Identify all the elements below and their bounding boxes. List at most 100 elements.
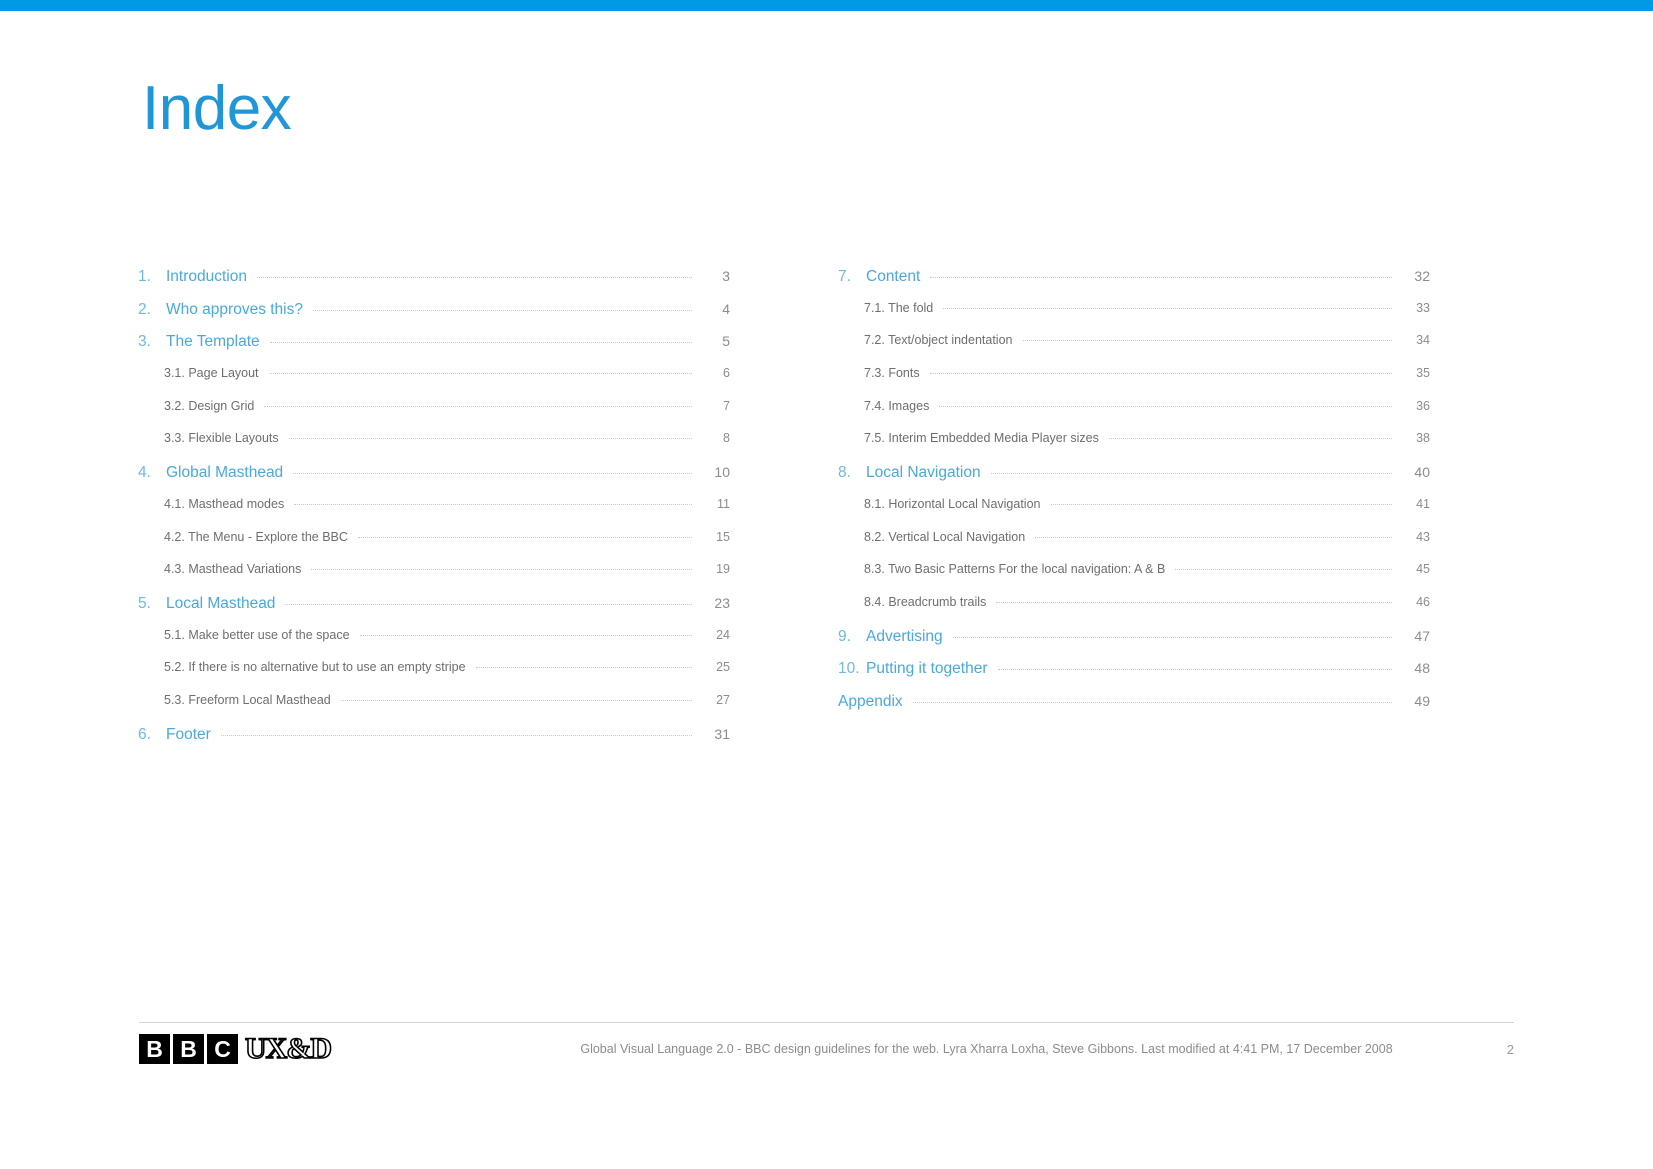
toc-entry-label[interactable]: 5.1. Make better use of the space <box>164 628 356 642</box>
bbc-letter-c: C <box>207 1034 238 1064</box>
toc-entry[interactable]: 2. Who approves this? 4 <box>138 301 730 334</box>
toc-entry-number: 3. <box>138 333 151 351</box>
toc-entry-number: 8. <box>838 464 851 482</box>
toc-entry-label[interactable]: 3.2. Design Grid <box>164 399 260 413</box>
toc-entry-page-number: 34 <box>1416 333 1430 348</box>
toc-entry-label[interactable]: Footer <box>166 726 217 744</box>
toc-entry[interactable]: 7.4.7.4. Images36 <box>838 399 1430 432</box>
toc-entry-page-number: 15 <box>716 529 730 544</box>
toc-entry[interactable]: Appendix 49 <box>838 693 1430 726</box>
footer-divider <box>139 1022 1514 1023</box>
toc-entry-label[interactable]: Introduction <box>166 268 253 286</box>
toc-entry-label[interactable]: Content <box>866 268 926 286</box>
toc-entry-label[interactable]: Who approves this? <box>166 301 309 319</box>
toc-leader-dots <box>1108 438 1392 440</box>
toc-entry-page-number: 47 <box>1414 627 1430 644</box>
toc-entry-label[interactable]: 4.2. The Menu - Explore the BBC <box>164 530 354 544</box>
toc-entry-label[interactable]: Global Masthead <box>166 464 289 482</box>
toc-leader-dots <box>264 405 692 407</box>
toc-entry-label[interactable]: 3.1. Page Layout <box>164 366 265 380</box>
footer-page-number: 2 <box>1506 1042 1514 1057</box>
toc-entry-number: 1. <box>138 268 151 285</box>
toc-entry-label[interactable]: 7.3. Fonts <box>864 366 926 380</box>
toc-entry-number: 5. <box>138 594 151 612</box>
toc-entry[interactable]: 10. Putting it together 48 <box>838 660 1430 693</box>
toc-entry-label[interactable]: 8.1. Horizontal Local Navigation <box>864 497 1047 511</box>
toc-entry-label[interactable]: Local Navigation <box>866 464 987 482</box>
toc-entry-number: 2. <box>138 300 151 318</box>
toc-entry-label[interactable]: Advertising <box>866 628 949 646</box>
toc-leader-dots <box>357 536 692 538</box>
toc-entry[interactable]: 5.1.5.1. Make better use of the space24 <box>138 628 730 661</box>
toc-entry-label[interactable]: 3.3. Flexible Layouts <box>164 431 285 445</box>
toc-entry[interactable]: 7.1.7.1. The fold33 <box>838 301 1430 334</box>
toc-entry-label[interactable]: 8.3. Two Basic Patterns For the local na… <box>864 562 1171 576</box>
toc-leader-dots <box>288 438 692 440</box>
toc-entry-label[interactable]: 5.2. If there is no alternative but to u… <box>164 660 472 674</box>
toc-entry-page-number: 25 <box>716 660 730 675</box>
toc-leader-dots <box>943 307 1392 309</box>
toc-entry-label[interactable]: 8.2. Vertical Local Navigation <box>864 530 1031 544</box>
toc-entry-page-number: 24 <box>716 627 730 642</box>
toc-leader-dots <box>285 603 692 605</box>
toc-leader-dots <box>1175 569 1392 571</box>
toc-entry-label[interactable]: 8.4. Breadcrumb trails <box>864 595 992 609</box>
toc-entry-page-number: 48 <box>1414 660 1430 677</box>
toc-entry-page-number: 27 <box>716 692 730 707</box>
document-page: Index 1. Introduction 3 2. Who approves this… <box>0 0 1653 1169</box>
toc-leader-dots <box>996 601 1392 603</box>
toc-entry-label[interactable]: 4.1. Masthead modes <box>164 497 290 511</box>
toc-entry-label[interactable]: 7.2. Text/object indentation <box>864 333 1019 347</box>
toc-entry-label[interactable]: The Template <box>166 333 266 351</box>
toc-entry-label[interactable]: 7.5. Interim Embedded Media Player sizes <box>864 431 1105 445</box>
toc-entry[interactable]: 5.3.5.3. Freeform Local Masthead27 <box>138 693 730 726</box>
toc-entry[interactable]: 7.5.7.5. Interim Embedded Media Player s… <box>838 431 1430 464</box>
toc-entry-label[interactable]: 7.1. The fold <box>864 301 939 315</box>
toc-entry[interactable]: 4.1.4.1. Masthead modes11 <box>138 497 730 530</box>
toc-leader-dots <box>268 373 692 375</box>
toc-entry[interactable]: 3.2.3.2. Design Grid7 <box>138 399 730 432</box>
toc-entry[interactable]: 3.3.3.3. Flexible Layouts8 <box>138 431 730 464</box>
toc-entry[interactable]: 8. Local Navigation 40 <box>838 464 1430 497</box>
toc-entry-label[interactable]: Local Masthead <box>166 595 281 613</box>
toc-entry-label[interactable]: 5.3. Freeform Local Masthead <box>164 693 337 707</box>
toc-entry-page-number: 19 <box>716 562 730 577</box>
toc-leader-dots <box>939 405 1392 407</box>
toc-leader-dots <box>313 309 692 311</box>
toc-entry-page-number: 10 <box>714 464 730 481</box>
footer-credit-line: Global Visual Language 2.0 - BBC design … <box>580 1042 1393 1056</box>
toc-entry[interactable]: 7.3.7.3. Fonts35 <box>838 366 1430 399</box>
toc-leader-dots <box>1050 503 1392 505</box>
toc-entry-label[interactable]: 7.4. Images <box>864 399 935 413</box>
toc-leader-dots <box>929 373 1392 375</box>
toc-entry[interactable]: 3.1.3.1. Page Layout6 <box>138 366 730 399</box>
toc-columns: 1. Introduction 3 2. Who approves this? 4 3. Th… <box>0 268 1653 758</box>
toc-entry[interactable]: 6. Footer 31 <box>138 726 730 759</box>
toc-leader-dots <box>990 473 1392 475</box>
toc-entry[interactable]: 4.3.4.3. Masthead Variations19 <box>138 562 730 595</box>
toc-entry[interactable]: 8.1.8.1. Horizontal Local Navigation41 <box>838 497 1430 530</box>
toc-leader-dots <box>294 503 692 505</box>
toc-entry[interactable]: 8.2.8.2. Vertical Local Navigation43 <box>838 530 1430 563</box>
toc-entry-page-number: 5 <box>722 333 730 350</box>
toc-entry[interactable]: 9. Advertising 47 <box>838 628 1430 661</box>
toc-entry[interactable]: 3. The Template 5 <box>138 333 730 366</box>
toc-entry[interactable]: 1. Introduction 3 <box>138 268 730 301</box>
toc-entry[interactable]: 7.2.7.2. Text/object indentation34 <box>838 333 1430 366</box>
toc-entry-label[interactable]: Appendix <box>838 693 909 711</box>
toc-entry[interactable]: 5. Local Masthead 23 <box>138 595 730 628</box>
toc-entry[interactable]: 5.2.5.2. If there is no alternative but … <box>138 660 730 693</box>
toc-leader-dots <box>997 669 1392 671</box>
toc-leader-dots <box>340 699 692 701</box>
toc-entry-label[interactable]: 4.3. Masthead Variations <box>164 562 307 576</box>
toc-entry[interactable]: 4. Global Masthead 10 <box>138 464 730 497</box>
toc-entry[interactable]: 4.2.4.2. The Menu - Explore the BBC15 <box>138 530 730 563</box>
toc-entry-label[interactable]: Putting it together <box>866 660 994 678</box>
toc-entry-page-number: 4 <box>722 300 730 317</box>
toc-entry[interactable]: 8.4.8.4. Breadcrumb trails46 <box>838 595 1430 628</box>
toc-entry-page-number: 41 <box>1416 496 1430 511</box>
toc-entry[interactable]: 8.3.8.3. Two Basic Patterns For the loca… <box>838 562 1430 595</box>
toc-entry-page-number: 46 <box>1416 594 1430 609</box>
toc-entry[interactable]: 7. Content 32 <box>838 268 1430 301</box>
toc-entry-page-number: 40 <box>1414 464 1430 481</box>
